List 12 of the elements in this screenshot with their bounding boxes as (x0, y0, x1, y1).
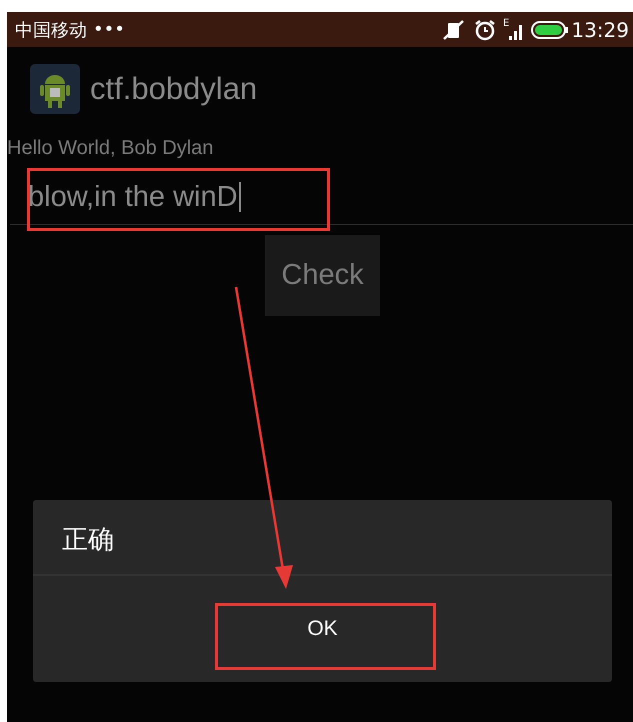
android-app-icon (30, 64, 80, 114)
greeting-text: Hello World, Bob Dylan (7, 137, 214, 160)
network-type: E (503, 18, 510, 29)
carrier-name: 中国移动 (15, 18, 87, 42)
clock-time: 13:29 (571, 18, 629, 42)
answer-field[interactable]: blow,in the winD (10, 170, 241, 224)
alarm-clock-icon (473, 18, 498, 42)
ok-button[interactable]: OK (33, 576, 612, 682)
check-button[interactable]: Check (265, 235, 380, 316)
battery-icon (531, 20, 570, 38)
notification-dots: ••• (93, 19, 125, 40)
app-title: ctf.bobdylan (90, 70, 258, 106)
